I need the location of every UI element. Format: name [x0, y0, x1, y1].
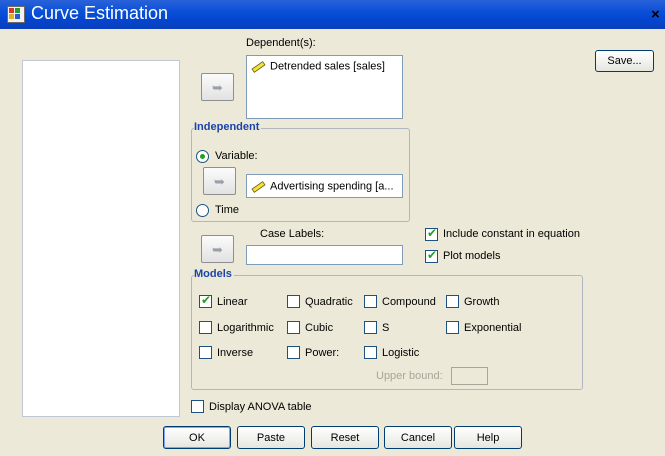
model-label-inverse: Inverse — [217, 347, 254, 359]
model-label-quadratic: Quadratic — [305, 296, 353, 308]
model-checkbox-s[interactable] — [364, 321, 377, 334]
model-checkbox-quadratic[interactable] — [287, 295, 300, 308]
window-title: Curve Estimation — [31, 3, 169, 23]
display-anova-label: Display ANOVA table — [209, 401, 312, 413]
include-constant-label: Include constant in equation — [443, 228, 580, 240]
model-checkbox-linear[interactable]: ✔ — [199, 293, 212, 308]
models-group-title: Models — [194, 268, 234, 280]
model-checkbox-inverse[interactable] — [199, 346, 212, 359]
arrow-right-icon: ➥ — [212, 81, 223, 96]
dependent-list[interactable]: Detrended sales [sales] — [246, 55, 403, 119]
paste-button[interactable]: Paste — [237, 426, 305, 449]
time-radio[interactable] — [196, 204, 209, 217]
variable-radio[interactable] — [196, 150, 209, 163]
save-button[interactable]: Save... — [595, 50, 654, 72]
model-label-logistic: Logistic — [382, 347, 420, 359]
title-bar: Curve Estimation × — [0, 0, 665, 29]
arrow-right-icon: ➥ — [214, 175, 225, 190]
case-labels-field[interactable] — [246, 245, 403, 265]
model-label-growth: Growth — [464, 296, 500, 308]
model-checkbox-power[interactable] — [287, 346, 300, 359]
plot-models-label: Plot models — [443, 250, 501, 262]
spss-dialog-icon — [7, 6, 25, 23]
close-button[interactable]: × — [651, 6, 665, 24]
independent-item-label: Advertising spending [a... — [270, 180, 394, 193]
model-checkbox-logistic[interactable] — [364, 346, 377, 359]
dependent-item[interactable]: Detrended sales [sales] — [251, 60, 385, 73]
model-label-logarithmic: Logarithmic — [217, 322, 274, 334]
model-label-cubic: Cubic — [305, 322, 334, 334]
check-mark-icon: ✔ — [427, 248, 438, 262]
move-independent-button[interactable]: ➥ — [203, 167, 236, 195]
model-label-power: Power: — [305, 347, 340, 359]
display-anova-checkbox[interactable] — [191, 400, 204, 413]
ok-button[interactable]: OK — [163, 426, 231, 449]
time-radio-label: Time — [215, 204, 240, 216]
model-checkbox-growth[interactable] — [446, 295, 459, 308]
independent-variable-field[interactable]: Advertising spending [a... — [246, 174, 403, 198]
model-label-linear: Linear — [217, 296, 248, 308]
move-dependent-button[interactable]: ➥ — [201, 73, 234, 101]
model-label-exponential: Exponential — [464, 322, 522, 334]
case-labels-label: Case Labels: — [260, 228, 325, 240]
model-checkbox-compound[interactable] — [364, 295, 377, 308]
plot-models-checkbox[interactable]: ✔ — [425, 248, 438, 263]
check-mark-icon: ✔ — [427, 226, 438, 240]
arrow-right-icon: ➥ — [212, 243, 223, 258]
model-label-compound: Compound — [382, 296, 436, 308]
radio-selected-dot — [200, 154, 205, 159]
model-checkbox-cubic[interactable] — [287, 321, 300, 334]
model-checkbox-logarithmic[interactable] — [199, 321, 212, 334]
reset-button[interactable]: Reset — [311, 426, 379, 449]
scale-variable-icon — [251, 181, 266, 193]
source-variable-list[interactable] — [22, 60, 180, 417]
move-case-labels-button[interactable]: ➥ — [201, 235, 234, 263]
model-label-s: S — [382, 322, 390, 334]
variable-radio-label: Variable: — [215, 150, 258, 162]
upper-bound-field[interactable] — [451, 367, 488, 385]
independent-item[interactable]: Advertising spending [a... — [251, 180, 394, 193]
scale-variable-icon — [251, 61, 266, 73]
check-mark-icon: ✔ — [201, 293, 212, 307]
cancel-button[interactable]: Cancel — [384, 426, 452, 449]
upper-bound-label: Upper bound: — [376, 370, 443, 382]
dependent-label: Dependent(s): — [246, 37, 316, 49]
independent-group-title: Independent — [194, 121, 262, 133]
dependent-item-label: Detrended sales [sales] — [270, 60, 385, 73]
model-checkbox-exponential[interactable] — [446, 321, 459, 334]
include-constant-checkbox[interactable]: ✔ — [425, 226, 438, 241]
help-button[interactable]: Help — [454, 426, 522, 449]
